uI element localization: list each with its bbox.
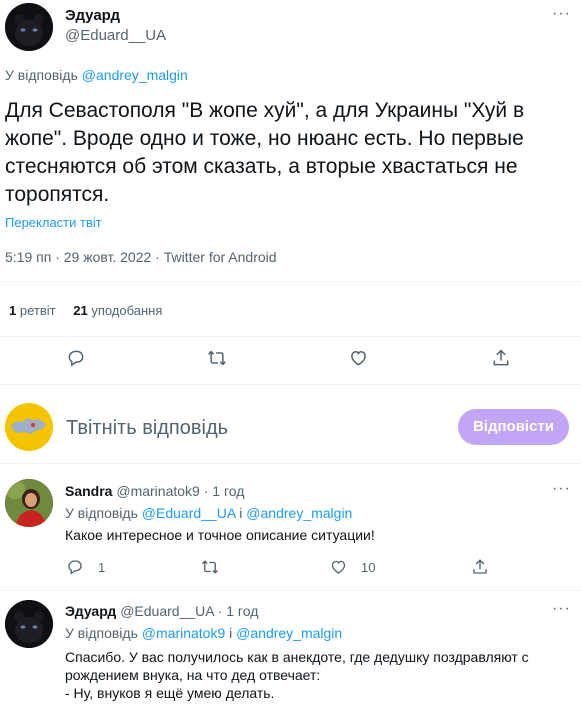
reply-to-link[interactable]: @marinatok9 bbox=[142, 625, 225, 641]
more-icon[interactable]: ··· bbox=[552, 480, 571, 498]
compose-input[interactable]: Твітніть відповідь bbox=[66, 417, 228, 440]
author-handle[interactable]: @Eduard__UA bbox=[65, 27, 166, 44]
reply-icon[interactable] bbox=[66, 348, 86, 368]
retweets-label: ретвіт bbox=[19, 303, 56, 318]
reply-author-handle[interactable]: @Eduard__UA bbox=[120, 603, 214, 619]
reply-author-name[interactable]: Эдуард bbox=[65, 603, 116, 619]
reply-to-link[interactable]: @andrey_malgin bbox=[246, 505, 352, 521]
retweets-stat[interactable]: 1 ретвіт bbox=[9, 303, 59, 318]
reply-author-handle[interactable]: @marinatok9 bbox=[116, 483, 199, 499]
reply-avatar[interactable] bbox=[5, 479, 53, 527]
reply-conj: і bbox=[229, 625, 233, 641]
likes-count: 21 bbox=[73, 303, 88, 318]
reply-text: Какое интересное и точное описание ситуа… bbox=[65, 527, 375, 543]
reply-action[interactable]: 1 bbox=[66, 558, 105, 576]
reply-time[interactable]: · 1 год bbox=[204, 483, 245, 499]
reply-text-line: Спасибо. У вас получилось как в анекдоте… bbox=[65, 649, 529, 683]
author-name[interactable]: Эдуард bbox=[65, 7, 120, 24]
reply-count: 1 bbox=[98, 559, 106, 575]
reply-author-name[interactable]: Sandra bbox=[65, 483, 112, 499]
reply-context: У відповідь @Eduard__UA і @andrey_malgin bbox=[65, 505, 352, 521]
reply-prefix: У відповідь bbox=[65, 505, 138, 521]
more-icon[interactable]: ··· bbox=[552, 5, 571, 23]
retweet-icon[interactable] bbox=[206, 348, 228, 368]
share-icon[interactable] bbox=[471, 558, 489, 576]
reply-conj: і bbox=[239, 505, 243, 521]
reply-avatar[interactable] bbox=[5, 600, 53, 648]
divider bbox=[0, 463, 581, 464]
reply-to-link[interactable]: @Eduard__UA bbox=[142, 505, 236, 521]
reply-prefix: У відповідь bbox=[5, 67, 78, 83]
author-avatar[interactable] bbox=[5, 3, 53, 51]
more-icon[interactable]: ··· bbox=[552, 600, 571, 618]
reply-icon[interactable] bbox=[66, 558, 84, 576]
likes-stat[interactable]: 21 уподобання bbox=[73, 303, 162, 318]
like-count: 10 bbox=[361, 559, 376, 575]
like-icon[interactable] bbox=[329, 558, 348, 576]
reply-time[interactable]: · 1 год bbox=[218, 603, 259, 619]
reply-text: Спасибо. У вас получилось как в анекдоте… bbox=[65, 648, 565, 702]
translate-link[interactable]: Перекласти твіт bbox=[5, 215, 102, 230]
divider bbox=[0, 336, 581, 337]
reply-prefix: У відповідь bbox=[65, 625, 138, 641]
divider bbox=[0, 590, 581, 591]
like-icon[interactable] bbox=[348, 348, 369, 368]
reply-context: У відповідь @andrey_malgin bbox=[5, 67, 188, 83]
stats-row: 1 ретвіт 21 уподобання bbox=[9, 303, 162, 318]
likes-label: уподобання bbox=[91, 303, 163, 318]
tweet-text: Для Севастополя "В жопе хуй", а для Укра… bbox=[5, 99, 525, 206]
reply-header: Sandra @marinatok9 · 1 год bbox=[65, 483, 244, 499]
divider bbox=[0, 281, 581, 282]
like-action[interactable]: 10 bbox=[329, 558, 375, 576]
share-icon[interactable] bbox=[491, 348, 511, 368]
compose-avatar bbox=[5, 403, 53, 451]
retweets-count: 1 bbox=[9, 303, 17, 318]
divider bbox=[0, 384, 581, 385]
tweet-meta: 5:19 пп · 29 жовт. 2022 · Twitter for An… bbox=[5, 249, 277, 265]
reply-context: У відповідь @marinatok9 і @andrey_malgin bbox=[65, 625, 342, 641]
reply-to-link[interactable]: @andrey_malgin bbox=[236, 625, 342, 641]
retweet-icon[interactable] bbox=[200, 558, 220, 576]
reply-header: Эдуард @Eduard__UA · 1 год bbox=[65, 603, 258, 619]
reply-button[interactable]: Відповісти bbox=[458, 409, 569, 445]
reply-to-link[interactable]: @andrey_malgin bbox=[82, 67, 188, 83]
reply-text-line: - Ну, внуков я ещё умею делать. bbox=[65, 685, 275, 701]
